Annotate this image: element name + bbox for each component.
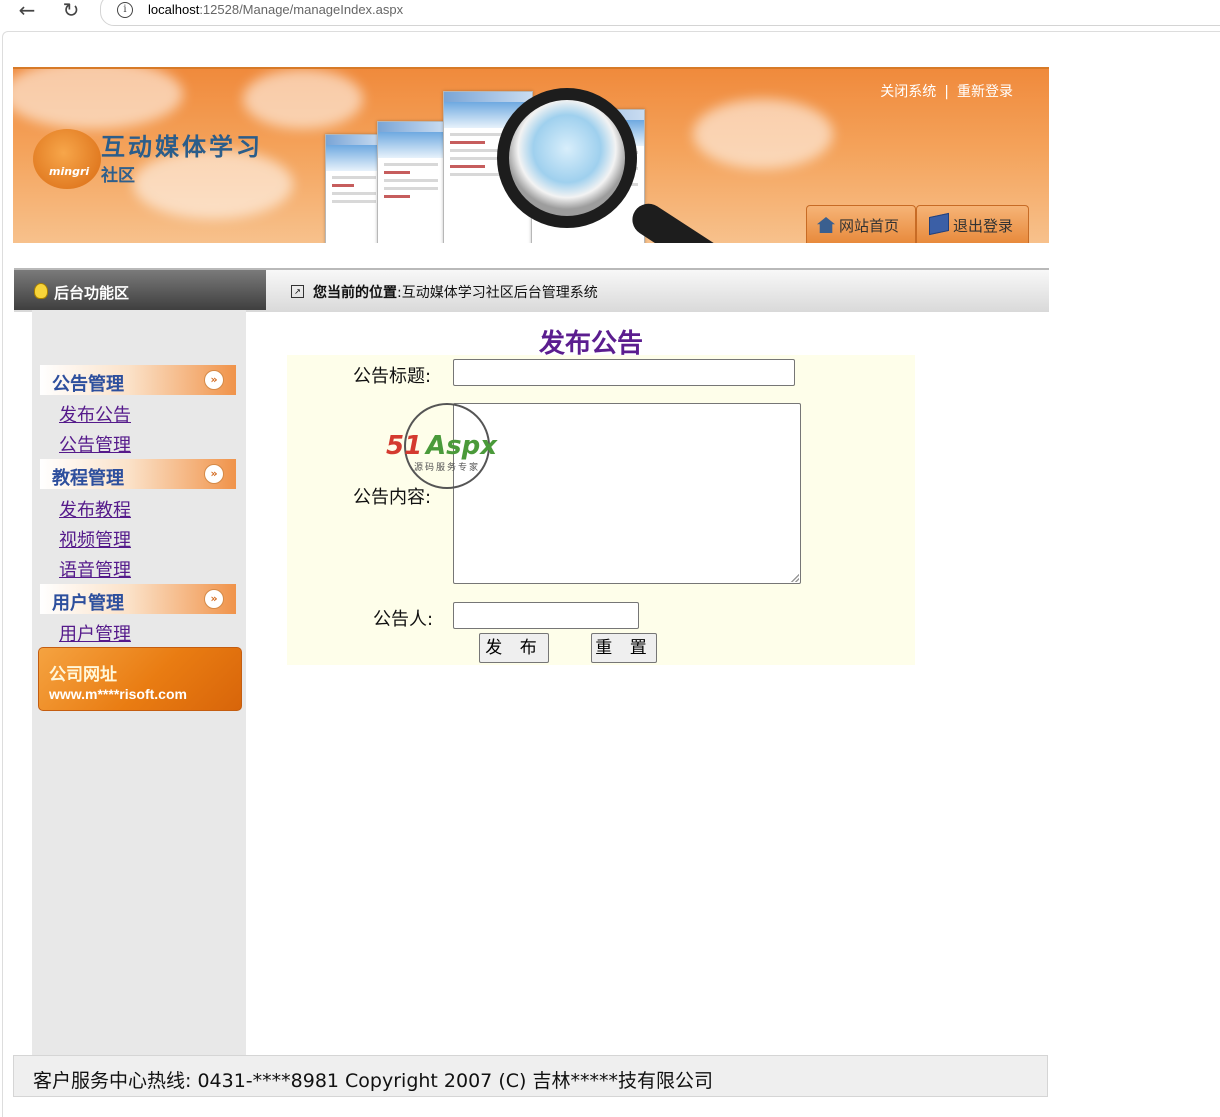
- content-label: 公告内容:: [353, 487, 432, 508]
- footer: 客户服务中心热线: 0431-****8981 Copyright 2007 (…: [13, 1055, 1048, 1097]
- logo-icon: [33, 129, 101, 189]
- cloud-decoration: [693, 99, 833, 169]
- reset-button[interactable]: 重 置: [591, 633, 657, 663]
- function-area-label: 后台功能区: [54, 284, 130, 302]
- section-announcements[interactable]: 公告管理 »: [40, 365, 236, 395]
- arrow-icon: ↗: [291, 285, 304, 298]
- position-value: :互动媒体学习社区后台管理系统: [397, 285, 598, 301]
- resize-handle[interactable]: [791, 574, 799, 582]
- link-audio-management[interactable]: 语音管理: [59, 556, 131, 582]
- site-banner: mingri 互动媒体学习 社区 关闭系统 | 重新登录 网站首页 退出登录: [13, 67, 1049, 243]
- chevron-down-icon[interactable]: »: [204, 589, 224, 609]
- author-label: 公告人:: [373, 609, 434, 630]
- site-info-icon[interactable]: i: [117, 2, 133, 18]
- link-video-management[interactable]: 视频管理: [59, 526, 131, 552]
- submit-button[interactable]: 发 布: [479, 633, 549, 663]
- url-path: :12528/Manage/manageIndex.aspx: [199, 2, 404, 17]
- url-host: localhost: [148, 2, 200, 17]
- lightbulb-icon: [34, 283, 48, 299]
- close-system-link[interactable]: 关闭系统: [880, 84, 936, 100]
- logo-title: 互动媒体学习: [101, 132, 263, 161]
- link-manage-announcements[interactable]: 公告管理: [59, 431, 131, 457]
- link-separator: |: [944, 84, 949, 100]
- link-user-management[interactable]: 用户管理: [59, 620, 131, 646]
- magnifier-icon: [497, 88, 637, 228]
- title-label: 公告标题:: [353, 366, 432, 387]
- section-users[interactable]: 用户管理 »: [40, 584, 236, 614]
- footer-text: 客户服务中心热线: 0431-****8981 Copyright 2007 (…: [33, 1070, 713, 1092]
- chevron-down-icon[interactable]: »: [204, 464, 224, 484]
- back-icon[interactable]: ←: [12, 0, 42, 22]
- section-tutorials[interactable]: 教程管理 »: [40, 459, 236, 489]
- position-prefix: 您当前的位置: [313, 285, 397, 301]
- section-title: 公告管理: [52, 374, 124, 395]
- current-position: 您当前的位置:互动媒体学习社区后台管理系统: [313, 282, 598, 302]
- section-title: 用户管理: [52, 593, 124, 614]
- reload-icon[interactable]: ↻: [56, 0, 86, 22]
- home-tab[interactable]: 网站首页: [806, 205, 916, 243]
- function-area-header: 后台功能区: [14, 270, 266, 310]
- logo-subtitle: 社区: [101, 166, 135, 186]
- url-text[interactable]: localhost:12528/Manage/manageIndex.aspx: [148, 2, 403, 17]
- logo-brand: mingri: [49, 165, 90, 178]
- location-bar: 后台功能区 ↗ 您当前的位置:互动媒体学习社区后台管理系统: [14, 268, 1049, 312]
- home-icon: [817, 217, 835, 233]
- link-publish-tutorial[interactable]: 发布教程: [59, 496, 131, 522]
- logout-icon: [929, 212, 949, 236]
- author-input[interactable]: [453, 602, 639, 629]
- ad-title: 公司网址: [49, 665, 117, 685]
- chevron-down-icon[interactable]: »: [204, 370, 224, 390]
- browser-toolbar: ← ↻ i localhost:12528/Manage/manageIndex…: [0, 0, 1220, 30]
- relogin-link[interactable]: 重新登录: [957, 84, 1013, 100]
- link-publish-announcement[interactable]: 发布公告: [59, 401, 131, 427]
- title-input[interactable]: [453, 359, 795, 386]
- logout-tab[interactable]: 退出登录: [916, 205, 1029, 243]
- company-url-banner[interactable]: 公司网址 www.m****risoft.com: [38, 647, 242, 711]
- top-links: 关闭系统 | 重新登录: [880, 81, 1013, 101]
- ad-url: www.m****risoft.com: [49, 686, 187, 702]
- logout-tab-label: 退出登录: [953, 217, 1014, 235]
- content-textarea[interactable]: [453, 403, 801, 584]
- sidebar: 公告管理 » 发布公告 公告管理 教程管理 » 发布教程 视频管理 语音管理 用…: [32, 310, 246, 1055]
- section-title: 教程管理: [52, 468, 124, 489]
- cloud-decoration: [13, 69, 183, 129]
- home-tab-label: 网站首页: [839, 217, 900, 235]
